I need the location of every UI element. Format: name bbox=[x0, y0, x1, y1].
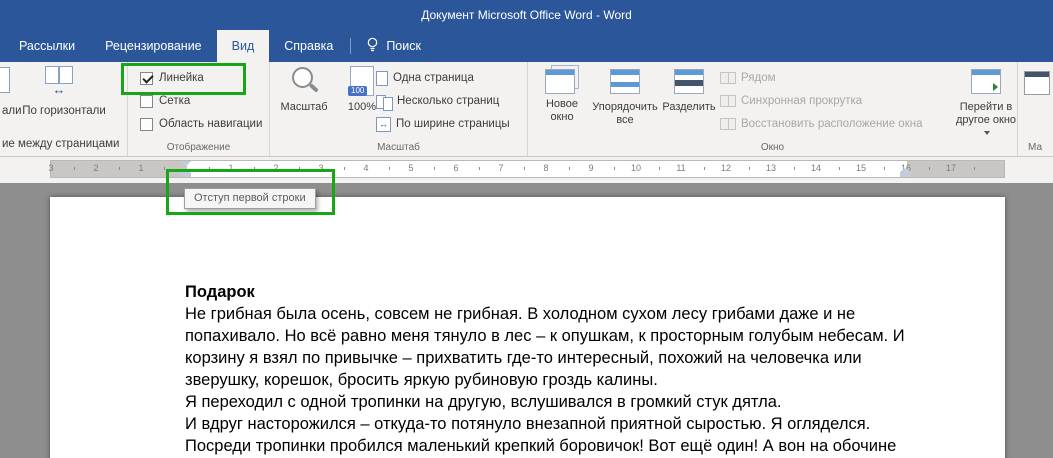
search-label: Поиск bbox=[386, 39, 421, 53]
sync-scroll-label: Синхронная прокрутка bbox=[741, 95, 863, 107]
multiple-pages-label: Несколько страниц bbox=[397, 95, 500, 107]
ruler-left-margin bbox=[51, 161, 187, 177]
cut-label-bottom: ие между страницами bbox=[2, 138, 120, 150]
side-by-side-label: Рядом bbox=[741, 72, 776, 84]
document-line: попахивало. Но всё равно меня тянуло в л… bbox=[185, 327, 905, 345]
tab-mailings[interactable]: Рассылки bbox=[4, 30, 90, 62]
reset-position-icon bbox=[720, 118, 736, 130]
horizontal-button[interactable]: По горизонтали bbox=[22, 104, 106, 119]
split-label: Разделить bbox=[662, 101, 716, 113]
zoom-100-label: 100% bbox=[347, 101, 377, 113]
document-heading: Подарок bbox=[185, 283, 255, 301]
split-icon bbox=[674, 65, 704, 97]
document-page[interactable]: Подарок Не грибная была осень, совсем не… bbox=[50, 197, 1005, 458]
macros-icon bbox=[1024, 67, 1050, 99]
new-window-icon bbox=[545, 65, 579, 94]
one-page-label: Одна страница bbox=[393, 72, 474, 84]
chevron-down-icon bbox=[984, 131, 990, 136]
zoom-button[interactable]: Масштаб bbox=[274, 65, 334, 114]
zoom-group-label: Масштаб bbox=[377, 142, 420, 153]
ribbon: ↔ али По горизонтали ие между страницами… bbox=[0, 62, 1053, 157]
document-line: Не грибная была осень, совсем не грибная… bbox=[185, 305, 856, 323]
document-line: зверушку, корешок, бросить яркую рубинов… bbox=[185, 371, 658, 389]
ribbon-group-macros: Ма bbox=[1018, 62, 1053, 156]
multiple-pages-button[interactable]: Несколько страниц bbox=[376, 93, 500, 111]
window-title: Документ Microsoft Office Word - Word bbox=[421, 8, 632, 22]
document-canvas: Подарок Не грибная была осень, совсем не… bbox=[0, 183, 1053, 458]
ruler-checkbox[interactable] bbox=[140, 71, 153, 85]
tab-view[interactable]: Вид bbox=[216, 30, 270, 62]
sync-scroll-icon bbox=[720, 95, 736, 107]
document-line: Я переходил с одной тропинки на другую, … bbox=[185, 393, 782, 411]
one-page-button[interactable]: Одна страница bbox=[376, 70, 474, 86]
arrange-all-icon bbox=[610, 65, 640, 97]
horizontal-pages-icon: ↔ bbox=[42, 66, 76, 97]
ribbon-tab-bar: Рассылки Рецензирование Вид Справка Поис… bbox=[0, 30, 1053, 62]
arrange-all-label: Упорядочить все bbox=[592, 101, 658, 126]
gridlines-checkbox[interactable] bbox=[140, 94, 153, 108]
left-indent-marker[interactable] bbox=[180, 173, 191, 177]
side-by-side-button: Рядом bbox=[720, 70, 776, 86]
ruler-text-area bbox=[187, 161, 907, 177]
zoom-100-badge: 100 bbox=[348, 86, 368, 96]
ribbon-group-window: Новое окно Упорядочить все Разделить Ряд… bbox=[528, 62, 1018, 156]
switch-windows-label: Перейти в другое окно bbox=[954, 101, 1017, 140]
multiple-pages-icon bbox=[376, 94, 393, 111]
switch-windows-button[interactable]: Перейти в другое окно bbox=[954, 65, 1017, 140]
ribbon-group-show: Линейка Сетка Область навигации Отображе… bbox=[128, 62, 270, 156]
macros-group-label: Ма bbox=[1028, 142, 1043, 153]
tab-review[interactable]: Рецензирование bbox=[90, 30, 217, 62]
new-window-button[interactable]: Новое окно bbox=[534, 65, 590, 124]
switch-windows-text: Перейти в другое окно bbox=[955, 101, 1017, 126]
tab-divider bbox=[350, 38, 352, 54]
magnifier-icon bbox=[287, 65, 321, 97]
page-width-button[interactable]: ↔ По ширине страницы bbox=[376, 116, 510, 132]
zoom-button-label: Масштаб bbox=[280, 101, 328, 113]
cut-button-icon bbox=[0, 67, 10, 93]
tooltip: Отступ первой строки bbox=[184, 188, 316, 209]
nav-pane-checkbox[interactable] bbox=[140, 117, 153, 131]
document-line: И вдруг насторожился – откуда-то потянул… bbox=[185, 415, 871, 433]
tab-search[interactable]: Поиск bbox=[353, 30, 434, 62]
ruler-checkbox-row[interactable]: Линейка bbox=[140, 70, 204, 86]
new-window-label: Новое окно bbox=[545, 98, 579, 123]
document-line: корзину я взял по привычке – прихватить … bbox=[185, 349, 862, 367]
show-group-label: Отображение bbox=[166, 142, 231, 153]
lightbulb-icon bbox=[366, 37, 379, 56]
ribbon-group-page-movement: ↔ али По горизонтали ие между страницами bbox=[0, 62, 128, 156]
title-bar: Документ Microsoft Office Word - Word bbox=[0, 0, 1053, 30]
side-by-side-icon bbox=[720, 72, 736, 84]
page-width-label: По ширине страницы bbox=[396, 118, 510, 130]
sync-scroll-button: Синхронная прокрутка bbox=[720, 93, 862, 109]
gridlines-checkbox-label: Сетка bbox=[159, 95, 191, 107]
ribbon-group-zoom: Масштаб 100 100% Одна страница Несколько… bbox=[270, 62, 528, 156]
reset-position-label: Восстановить расположение окна bbox=[741, 118, 923, 130]
ruler[interactable]: 3 2 1 1 2 3 4 5 6 7 8 9 10 11 12 13 14 15 16 17 bbox=[0, 157, 1053, 183]
word-window: Документ Microsoft Office Word - Word Ра… bbox=[0, 0, 1053, 458]
arrange-all-button[interactable]: Упорядочить все bbox=[592, 65, 658, 127]
tab-help[interactable]: Справка bbox=[269, 30, 348, 62]
switch-windows-icon bbox=[971, 65, 1001, 97]
ruler-right-margin bbox=[907, 161, 1004, 177]
zoom-100-icon: 100 bbox=[348, 65, 374, 97]
window-group-label: Окно bbox=[760, 142, 785, 153]
gridlines-checkbox-row[interactable]: Сетка bbox=[140, 93, 190, 109]
cut-label-top: али bbox=[2, 105, 22, 117]
ruler-checkbox-label: Линейка bbox=[159, 72, 204, 84]
one-page-icon bbox=[376, 70, 388, 86]
page-width-icon: ↔ bbox=[376, 116, 391, 132]
horizontal-arrow-icon: ↔ bbox=[52, 82, 66, 97]
document-text: Подарок Не грибная была осень, совсем не… bbox=[185, 281, 905, 458]
nav-pane-checkbox-row[interactable]: Область навигации bbox=[140, 116, 262, 132]
nav-pane-checkbox-label: Область навигации bbox=[159, 118, 263, 130]
split-button[interactable]: Разделить bbox=[660, 65, 718, 114]
document-line: Посреди тропинки пробился маленький креп… bbox=[185, 437, 897, 455]
ruler-bar bbox=[50, 160, 1005, 178]
reset-position-button: Восстановить расположение окна bbox=[720, 116, 922, 132]
